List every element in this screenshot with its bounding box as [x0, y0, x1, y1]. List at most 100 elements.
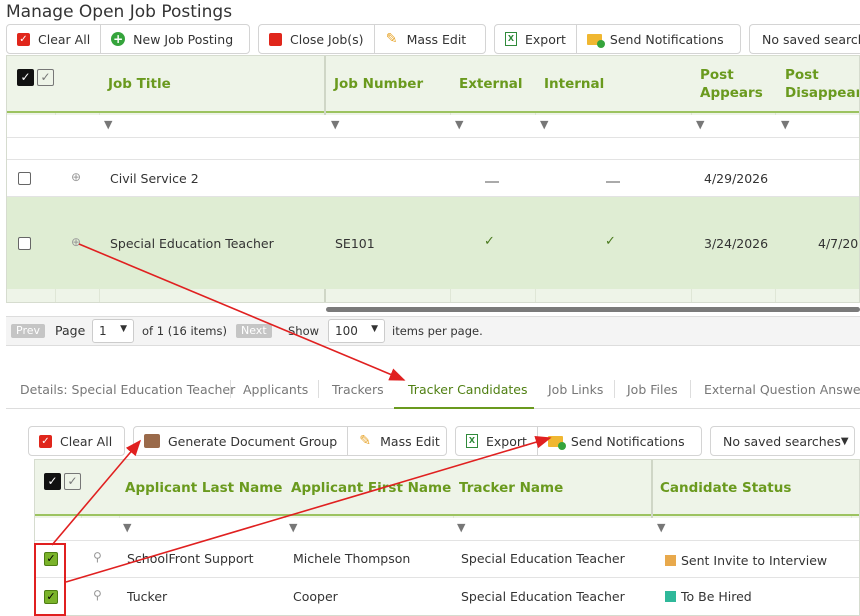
table-row[interactable]: ⊕ Civil Service 2 4/29/2026: [7, 159, 859, 196]
tab-trackers[interactable]: Trackers: [332, 382, 384, 397]
saved-searches-select-2[interactable]: No saved searches ▼: [710, 426, 855, 456]
col-post-disappears[interactable]: Post Disappears: [785, 66, 859, 102]
envelope-icon: [547, 435, 566, 450]
first-name-cell: Cooper: [293, 589, 338, 604]
chevron-down-icon: ▼: [840, 435, 849, 447]
tab-details[interactable]: Details: Special Education Teacher: [20, 382, 235, 397]
tracker-name-cell: Special Education Teacher: [461, 589, 625, 604]
filter-row: ▼ ▼ ▼ ▼ ▼ ▼: [7, 115, 859, 137]
checkbox-icon: ✓: [39, 434, 52, 448]
toolbar-group-2: Close Job(s) ✎ Mass Edit: [258, 24, 486, 54]
generate-document-group-button[interactable]: Generate Document Group: [134, 427, 347, 455]
saved-searches-select[interactable]: No saved searches: [749, 24, 860, 54]
deselect-all-icon[interactable]: ✓: [64, 473, 81, 490]
col-internal[interactable]: Internal: [544, 75, 604, 93]
close-jobs-button[interactable]: Close Job(s): [259, 25, 374, 53]
tab-tracker-candidates[interactable]: Tracker Candidates: [408, 382, 527, 397]
page-select[interactable]: 1 ▼: [92, 319, 134, 343]
col-job-number[interactable]: Job Number: [334, 75, 423, 93]
col-applicant-last-name[interactable]: Applicant Last Name: [125, 479, 282, 497]
status-cell: To Be Hired: [665, 589, 752, 604]
table-row-selected[interactable]: ⊕ Special Education Teacher SE101 ✓ ✓ 3/…: [7, 196, 859, 289]
page-label: Page: [55, 323, 86, 338]
filter-icon[interactable]: ▼: [331, 118, 339, 131]
checkbox-icon: ✓: [17, 32, 30, 46]
tab-bar: Details: Special Education Teacher Appli…: [6, 372, 860, 409]
filter-icon[interactable]: ▼: [123, 521, 131, 534]
zoom-icon[interactable]: ⊕: [71, 170, 81, 184]
toolbar2-group-3: X Export Send Notifications: [455, 426, 702, 456]
job-title-cell: Civil Service 2: [110, 171, 199, 186]
clear-all-button[interactable]: ✓ Clear All: [7, 25, 100, 53]
jobs-grid: ✓ ✓ Job Title Job Number External Intern…: [6, 55, 860, 303]
envelope-icon: [586, 33, 605, 48]
filter-icon[interactable]: ▼: [781, 118, 789, 131]
filter-icon[interactable]: ▼: [657, 521, 665, 534]
filter-icon[interactable]: ▼: [455, 118, 463, 131]
page-title: Manage Open Job Postings: [6, 2, 233, 22]
col-applicant-first-name[interactable]: Applicant First Name: [291, 479, 451, 497]
send-notifications-button[interactable]: Send Notifications: [575, 25, 734, 53]
tab-applicants[interactable]: Applicants: [243, 382, 308, 397]
check-icon: ✓: [605, 234, 616, 249]
prev-button[interactable]: Prev: [11, 324, 45, 338]
tracker-name-cell: Special Education Teacher: [461, 551, 625, 566]
tab-job-links[interactable]: Job Links: [548, 382, 603, 397]
post-appears-cell: 4/29/2026: [704, 171, 769, 186]
pencil-icon: ✎: [359, 433, 371, 449]
post-disappears-cell: 4/7/2026: [818, 236, 859, 251]
clear-all-button-2[interactable]: ✓ Clear All: [29, 427, 122, 455]
status-color-swatch: [665, 591, 676, 602]
stop-icon: [269, 32, 282, 46]
status-cell: Sent Invite to Interview: [665, 553, 827, 568]
job-title-cell: Special Education Teacher: [110, 236, 274, 251]
zoom-icon[interactable]: ⊕: [71, 235, 81, 249]
filter-icon[interactable]: ▼: [457, 521, 465, 534]
col-candidate-status[interactable]: Candidate Status: [660, 479, 791, 497]
per-page-label: items per page.: [392, 324, 483, 338]
candidates-grid: ✓ ✓ Applicant Last Name Applicant First …: [34, 459, 860, 616]
col-external[interactable]: External: [459, 75, 523, 93]
send-notifications-button-2[interactable]: Send Notifications: [536, 427, 695, 455]
filter-icon[interactable]: ▼: [289, 521, 297, 534]
document-group-icon: [144, 434, 160, 448]
plus-icon: +: [111, 32, 126, 46]
show-label: Show: [288, 324, 320, 338]
last-name-cell: Tucker: [127, 589, 168, 604]
new-job-posting-button[interactable]: + New Job Posting: [100, 25, 243, 53]
select-all-icon[interactable]: ✓: [44, 473, 61, 490]
col-tracker-name[interactable]: Tracker Name: [459, 479, 563, 497]
scrollbar-thumb[interactable]: [326, 307, 860, 312]
mass-edit-button[interactable]: ✎ Mass Edit: [373, 25, 477, 53]
table-row[interactable]: ✓ ⚲ Tucker Cooper Special Education Teac…: [35, 577, 859, 615]
excel-icon: X: [505, 32, 517, 46]
filter-icon[interactable]: ▼: [696, 118, 704, 131]
last-name-cell: SchoolFront Support: [127, 551, 254, 566]
jobs-grid-header: ✓ ✓ Job Title Job Number External Intern…: [7, 56, 859, 113]
filter-icon[interactable]: ▼: [104, 118, 112, 131]
tab-external-question-answers[interactable]: External Question Answers: [704, 382, 860, 397]
table-row[interactable]: ✓ ⚲ SchoolFront Support Michele Thompson…: [35, 540, 859, 577]
next-button[interactable]: Next: [236, 324, 272, 338]
row-checkbox[interactable]: [18, 172, 31, 185]
search-icon[interactable]: ⚲: [93, 550, 102, 564]
post-appears-cell: 3/24/2026: [704, 236, 769, 251]
tab-job-files[interactable]: Job Files: [627, 382, 678, 397]
mass-edit-button-2[interactable]: ✎ Mass Edit: [347, 427, 446, 455]
row-checkbox[interactable]: [18, 237, 31, 250]
export-button-2[interactable]: X Export: [456, 427, 537, 455]
col-job-title[interactable]: Job Title: [108, 75, 171, 93]
select-all-icon[interactable]: ✓: [17, 69, 34, 86]
export-button[interactable]: X Export: [495, 25, 576, 53]
toolbar2-group-1: ✓ Clear All: [28, 426, 125, 456]
search-icon[interactable]: ⚲: [93, 588, 102, 602]
toolbar-group-3: X Export Send Notifications: [494, 24, 741, 54]
job-number-cell: SE101: [335, 236, 375, 251]
toolbar-group-1: ✓ Clear All + New Job Posting: [6, 24, 250, 54]
toolbar2-group-2: Generate Document Group ✎ Mass Edit: [133, 426, 447, 456]
filter-icon[interactable]: ▼: [540, 118, 548, 131]
page-count: of 1 (16 items): [142, 324, 227, 338]
col-post-appears[interactable]: Post Appears: [700, 66, 770, 102]
deselect-all-icon[interactable]: ✓: [37, 69, 54, 86]
page-size-select[interactable]: 100 ▼: [328, 319, 385, 343]
